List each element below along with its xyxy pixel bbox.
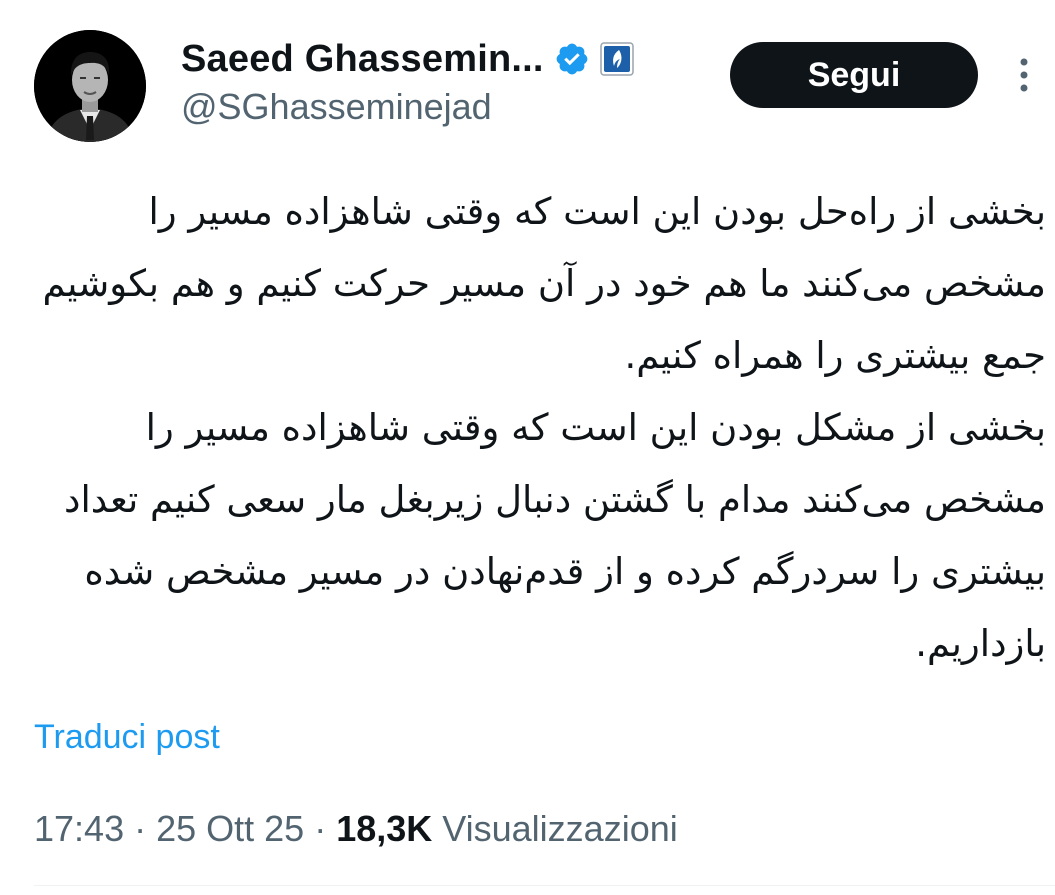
tweet-text: بخشی از راه‌حل بودن این است که وقتی شاهز…	[34, 176, 1046, 680]
avatar-photo	[34, 30, 146, 142]
follow-button[interactable]: Segui	[730, 42, 978, 108]
translate-post-link[interactable]: Traduci post	[34, 718, 220, 757]
post-date[interactable]: 25 Ott 25	[156, 808, 304, 849]
author-handle[interactable]: @SGhasseminejad	[181, 86, 492, 128]
post-time[interactable]: 17:43	[34, 808, 124, 849]
views-count: 18,3K	[336, 808, 433, 849]
more-vertical-icon[interactable]	[1010, 56, 1038, 96]
tweet-paragraph: بخشی از راه‌حل بودن این است که وقتی شاهز…	[42, 190, 1046, 377]
affiliate-badge-icon[interactable]	[599, 42, 634, 76]
tweet-paragraph: بخشی از مشکل بودن این است که وقتی شاهزاد…	[63, 406, 1046, 665]
meta-separator: ·	[304, 808, 337, 849]
tweet-meta: 17:43 · 25 Ott 25 · 18,3K Visualizzazion…	[34, 808, 678, 850]
meta-separator: ·	[124, 808, 157, 849]
author-name-row: Saeed Ghassemin...	[181, 36, 634, 82]
author-display-name[interactable]: Saeed Ghassemin...	[181, 38, 544, 81]
verified-badge-icon[interactable]	[554, 41, 590, 77]
avatar[interactable]	[34, 30, 146, 142]
divider	[34, 885, 1055, 886]
views-label: Visualizzazioni	[432, 808, 678, 849]
